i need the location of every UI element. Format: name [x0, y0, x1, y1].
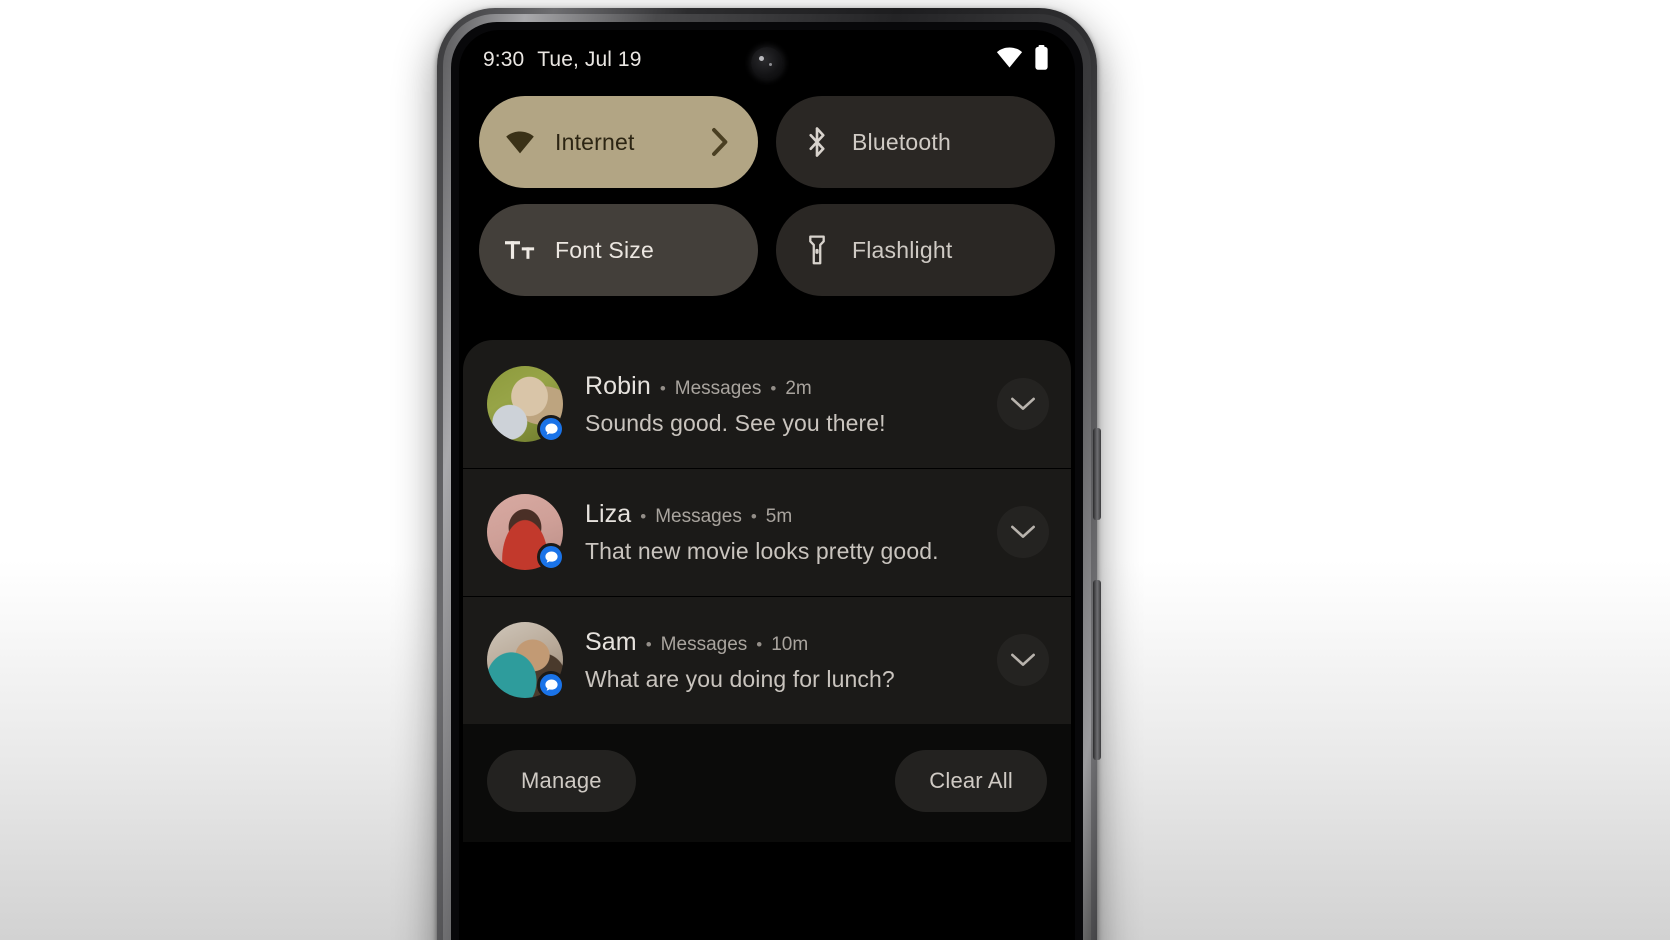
notification-time: 5m [765, 505, 793, 527]
messages-badge-icon [537, 671, 565, 699]
font-size-icon [505, 235, 535, 265]
notification-header: Robin • Messages • 2m [585, 372, 975, 401]
qs-tile-label: Flashlight [852, 236, 953, 263]
quick-settings-grid: Internet Bluetooth Font Size Flashlight [479, 96, 1055, 296]
avatar [487, 366, 565, 443]
qs-tile-label: Bluetooth [852, 128, 951, 155]
chevron-right-icon[interactable] [708, 127, 732, 157]
qs-tile-internet[interactable]: Internet [479, 96, 758, 188]
clear-all-button[interactable]: Clear All [895, 750, 1047, 812]
status-time: 9:30 [483, 48, 525, 71]
notification-sender: Liza [585, 499, 632, 528]
qs-tile-label: Font Size [555, 236, 654, 263]
notification-separator: • [640, 506, 647, 526]
notification-separator: • [756, 634, 763, 654]
messages-badge-icon [537, 415, 565, 443]
manage-button[interactable]: Manage [487, 750, 636, 812]
shade-action-row: Manage Clear All [463, 724, 1071, 842]
notification-separator: • [659, 378, 666, 398]
notification-sender: Sam [585, 627, 637, 656]
messages-badge-icon [537, 543, 565, 571]
notification-sender: Robin [585, 371, 651, 400]
notification-separator: • [770, 378, 777, 398]
notification-body: Sounds good. See you there! [585, 409, 886, 436]
wifi-icon [505, 127, 535, 157]
notification-app-name: Messages [660, 633, 748, 655]
avatar [487, 622, 565, 699]
volume-rocker-button[interactable] [1093, 580, 1101, 760]
power-button[interactable] [1093, 428, 1101, 520]
notification-header: Liza • Messages • 5m [585, 500, 975, 529]
notification-separator: • [645, 634, 652, 654]
notification-text: Liza • Messages • 5m That new movie look… [585, 500, 975, 565]
qs-tile-flashlight[interactable]: Flashlight [776, 204, 1055, 296]
qs-tile-label: Internet [555, 128, 635, 155]
notification-app-name: Messages [674, 377, 762, 399]
notification-header: Sam • Messages • 10m [585, 628, 975, 657]
notification-separator: • [750, 506, 757, 526]
qs-tile-bluetooth[interactable]: Bluetooth [776, 96, 1055, 188]
bluetooth-icon [802, 127, 832, 157]
notification-shade: Robin • Messages • 2m Sounds good. See y… [463, 340, 1071, 842]
status-bar-left: 9:30 Tue, Jul 19 [483, 48, 642, 72]
notification-row[interactable]: Liza • Messages • 5m That new movie look… [463, 468, 1071, 596]
battery-full-icon [1034, 44, 1049, 76]
wifi-icon [996, 46, 1023, 74]
status-bar-right [996, 44, 1049, 76]
avatar [487, 494, 565, 571]
chevron-down-icon[interactable] [997, 506, 1049, 558]
notification-body: What are you doing for lunch? [585, 665, 895, 692]
phone-device-frame: 9:30 Tue, Jul 19 Internet Bluetooth Font… [437, 8, 1101, 940]
notification-row[interactable]: Sam • Messages • 10m What are you doing … [463, 596, 1071, 724]
notification-time: 10m [771, 633, 809, 655]
phone-screen: 9:30 Tue, Jul 19 Internet Bluetooth Font… [459, 30, 1075, 940]
notification-text: Sam • Messages • 10m What are you doing … [585, 628, 975, 693]
notification-row[interactable]: Robin • Messages • 2m Sounds good. See y… [463, 340, 1071, 468]
quick-settings-panel: Internet Bluetooth Font Size Flashlight [459, 90, 1075, 296]
chevron-down-icon[interactable] [997, 634, 1049, 686]
notification-text: Robin • Messages • 2m Sounds good. See y… [585, 372, 975, 437]
flashlight-icon [802, 235, 832, 265]
notification-body: That new movie looks pretty good. [585, 537, 939, 564]
status-date: Tue, Jul 19 [537, 48, 642, 71]
front-camera-punch-hole [751, 47, 783, 79]
notification-app-name: Messages [655, 505, 742, 527]
notification-time: 2m [785, 377, 812, 399]
chevron-down-icon[interactable] [997, 378, 1049, 430]
qs-tile-font-size[interactable]: Font Size [479, 204, 758, 296]
status-bar: 9:30 Tue, Jul 19 [459, 30, 1075, 90]
page-backdrop: 9:30 Tue, Jul 19 Internet Bluetooth Font… [0, 0, 1670, 940]
